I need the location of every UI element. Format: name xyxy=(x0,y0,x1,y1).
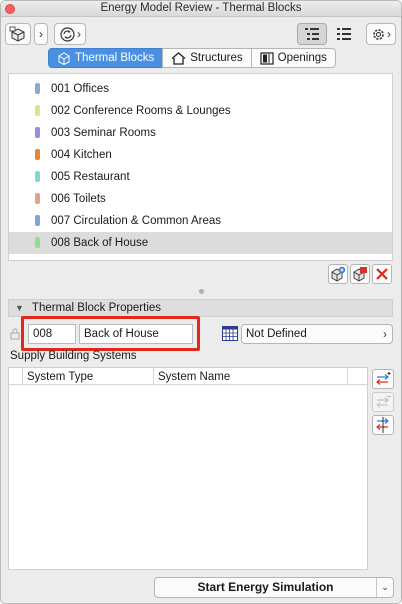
list-item[interactable]: 005 Restaurant xyxy=(9,166,392,188)
chevron-right-icon: › xyxy=(383,327,387,341)
color-swatch xyxy=(35,237,40,248)
assign-system-icon xyxy=(376,417,389,433)
flat-list-icon xyxy=(337,28,351,40)
operation-profile-grid-icon[interactable] xyxy=(222,326,238,341)
list-item[interactable]: 007 Circulation & Common Areas xyxy=(9,210,392,232)
energy-model-review-window: Energy Model Review - Thermal Blocks › › xyxy=(0,0,402,604)
view-tabs: Thermal Blocks Structures Openings xyxy=(48,48,336,68)
house-icon xyxy=(171,51,186,65)
splitter-handle[interactable] xyxy=(199,289,204,294)
color-swatch xyxy=(35,127,40,138)
assign-system-button[interactable] xyxy=(372,415,394,435)
add-system-button[interactable] xyxy=(372,369,394,389)
table-header-spacer xyxy=(9,368,23,385)
table-header: System Type System Name xyxy=(9,368,367,385)
supply-systems-label: Supply Building Systems xyxy=(10,350,137,362)
highlight-annotation xyxy=(21,316,200,351)
color-swatch xyxy=(35,171,40,182)
chevron-right-icon: › xyxy=(77,27,81,41)
tab-label: Openings xyxy=(277,52,327,64)
tree-view-toggle[interactable] xyxy=(297,23,327,45)
delete-block-button[interactable] xyxy=(372,264,392,284)
toolbar: › › › xyxy=(1,17,401,47)
model-view-menu-button[interactable]: › xyxy=(34,23,48,45)
tab-label: Structures xyxy=(190,52,243,64)
add-block-button[interactable] xyxy=(328,264,348,284)
tab-label: Thermal Blocks xyxy=(75,52,155,64)
door-icon xyxy=(260,51,274,65)
tree-list-icon xyxy=(305,28,319,40)
column-header-system-name[interactable]: System Name xyxy=(154,368,348,385)
operation-profile-dropdown[interactable]: Not Defined › xyxy=(241,324,393,344)
color-swatch xyxy=(35,83,40,94)
table-header-spacer xyxy=(348,368,367,385)
thermal-block-properties-header[interactable]: ▼ Thermal Block Properties xyxy=(8,299,393,317)
color-swatch xyxy=(35,193,40,204)
tab-openings[interactable]: Openings xyxy=(250,48,336,68)
list-item[interactable]: 006 Toilets xyxy=(9,188,392,210)
chevron-right-icon: › xyxy=(39,27,43,41)
title-bar: Energy Model Review - Thermal Blocks xyxy=(1,1,401,17)
remove-system-button[interactable] xyxy=(372,392,394,412)
color-swatch xyxy=(35,215,40,226)
refresh-icon xyxy=(60,26,75,42)
lock-icon[interactable] xyxy=(10,328,20,340)
list-item-selected[interactable]: 008 Back of House xyxy=(9,232,392,254)
list-view-toggle[interactable] xyxy=(329,23,359,45)
merge-block-button[interactable] xyxy=(350,264,370,284)
thermal-block-list[interactable]: 001 Offices 002 Conference Rooms & Loung… xyxy=(8,73,393,261)
start-energy-simulation-button[interactable]: Start Energy Simulation xyxy=(155,578,377,597)
add-block-icon xyxy=(331,266,346,282)
list-item[interactable]: 004 Kitchen xyxy=(9,144,392,166)
add-system-icon xyxy=(376,372,391,385)
window-title: Energy Model Review - Thermal Blocks xyxy=(100,2,302,14)
color-swatch xyxy=(35,149,40,160)
remove-system-icon xyxy=(376,396,391,408)
model-view-button[interactable] xyxy=(5,23,31,45)
disclosure-triangle-icon[interactable]: ▼ xyxy=(15,303,24,313)
merge-block-icon xyxy=(353,267,367,282)
list-item[interactable]: 003 Seminar Rooms xyxy=(9,122,392,144)
settings-gear-icon xyxy=(373,28,384,40)
start-simulation-split-button: Start Energy Simulation ⌄ xyxy=(154,577,394,598)
model-cube-icon xyxy=(9,26,25,42)
list-item[interactable]: 001 Offices xyxy=(9,78,392,100)
list-item[interactable]: 002 Conference Rooms & Lounges xyxy=(9,100,392,122)
supply-systems-table[interactable]: System Type System Name xyxy=(8,367,368,570)
tab-structures[interactable]: Structures xyxy=(162,48,252,68)
refresh-button[interactable]: › xyxy=(54,23,86,45)
chevron-right-icon: › xyxy=(387,27,391,41)
settings-button[interactable]: › xyxy=(366,23,396,45)
color-swatch xyxy=(35,105,40,116)
delete-icon xyxy=(376,268,388,280)
column-header-system-type[interactable]: System Type xyxy=(23,368,154,385)
thermal-block-icon xyxy=(58,51,70,65)
chevron-down-icon[interactable]: ⌄ xyxy=(377,582,393,593)
section-title: Thermal Block Properties xyxy=(31,302,162,314)
tab-thermal-blocks[interactable]: Thermal Blocks xyxy=(48,48,164,68)
